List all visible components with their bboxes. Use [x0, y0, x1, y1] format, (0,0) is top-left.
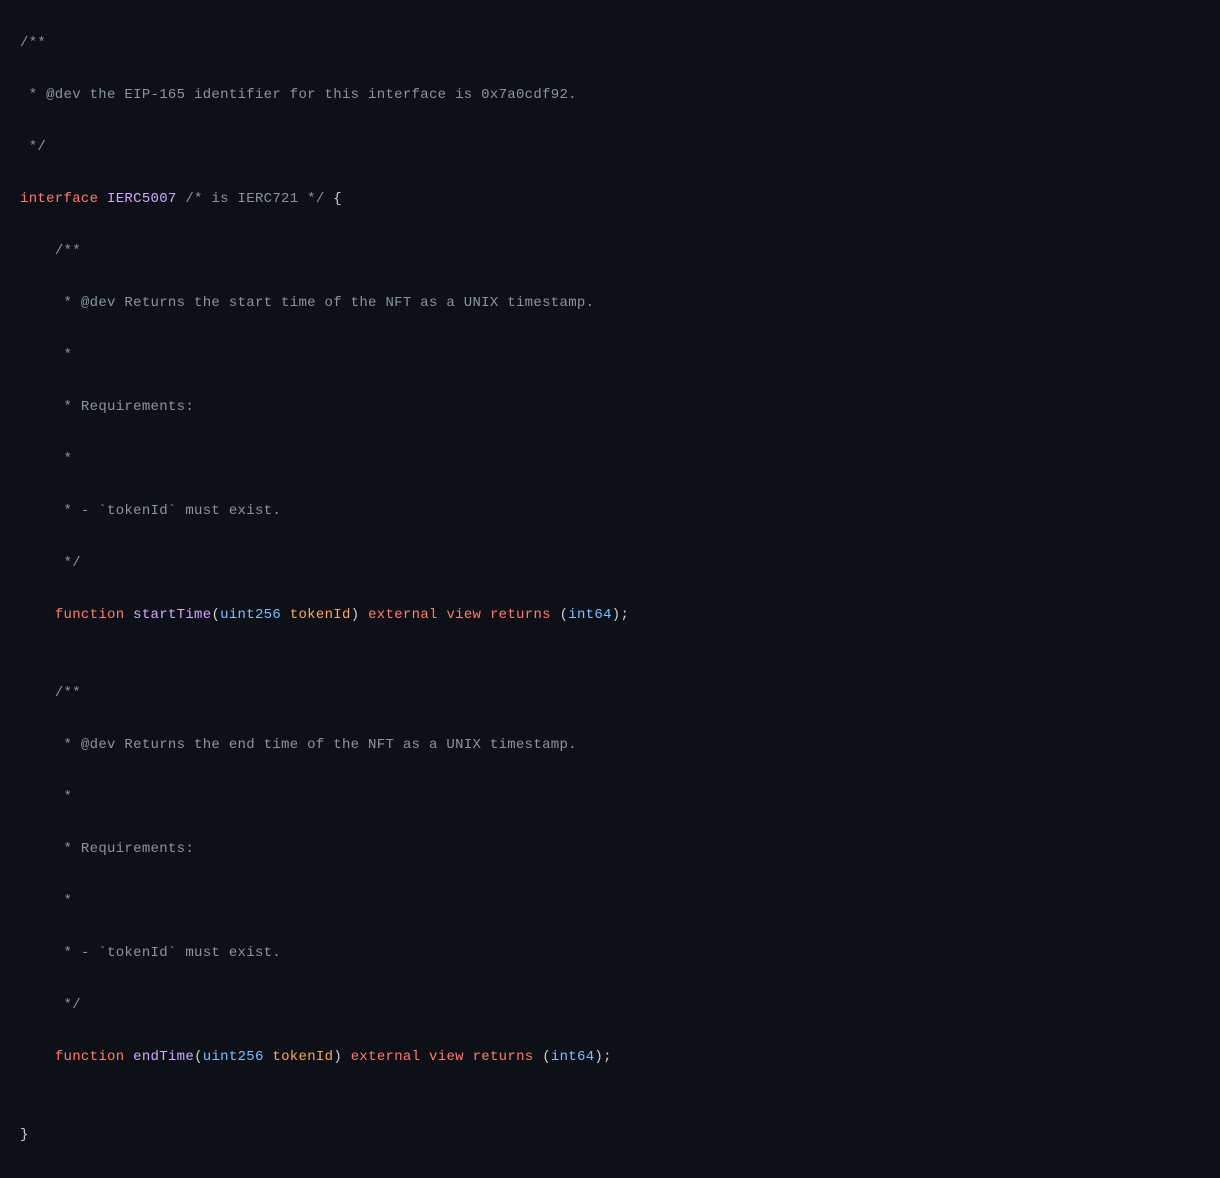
comment-text: * Requirements:: [55, 399, 194, 415]
code-line: /**: [0, 30, 1220, 56]
paren-close: ): [594, 1049, 603, 1065]
code-line: *: [0, 888, 1220, 914]
keyword-function: function: [55, 607, 125, 623]
comment-text: * @dev Returns the end time of the NFT a…: [55, 737, 577, 753]
code-line: * - `tokenId` must exist.: [0, 498, 1220, 524]
keyword-view: view: [446, 607, 481, 623]
type-int64: int64: [551, 1049, 595, 1065]
code-line: * @dev Returns the end time of the NFT a…: [0, 732, 1220, 758]
code-line: *: [0, 446, 1220, 472]
paren-open: (: [211, 607, 220, 623]
code-line: * Requirements:: [0, 394, 1220, 420]
code-line: * - `tokenId` must exist.: [0, 940, 1220, 966]
type-uint256: uint256: [203, 1049, 264, 1065]
brace-close: }: [20, 1127, 29, 1143]
code-line: interface IERC5007 /* is IERC721 */ {: [0, 186, 1220, 212]
code-line: *: [0, 342, 1220, 368]
code-line: */: [0, 992, 1220, 1018]
paren-open: (: [542, 1049, 551, 1065]
comment-text: * @dev Returns the start time of the NFT…: [55, 295, 594, 311]
type-int64: int64: [568, 607, 612, 623]
comment-text: /**: [55, 685, 81, 701]
code-line: function startTime(uint256 tokenId) exte…: [0, 602, 1220, 628]
keyword-returns: returns: [490, 607, 551, 623]
function-name: startTime: [133, 607, 211, 623]
code-line: *: [0, 784, 1220, 810]
paren-open: (: [560, 607, 569, 623]
brace-open: {: [333, 191, 342, 207]
comment-text: */: [20, 139, 46, 155]
param-tokenid: tokenId: [290, 607, 351, 623]
code-line: * @dev the EIP-165 identifier for this i…: [0, 82, 1220, 108]
comment-text: * @dev the EIP-165 identifier for this i…: [20, 87, 577, 103]
keyword-view: view: [429, 1049, 464, 1065]
code-line: * Requirements:: [0, 836, 1220, 862]
paren-close: ): [612, 607, 621, 623]
code-line: */: [0, 550, 1220, 576]
comment-text: /* is IERC721 */: [185, 191, 324, 207]
type-uint256: uint256: [220, 607, 281, 623]
semicolon: ;: [621, 607, 630, 623]
code-line: /**: [0, 680, 1220, 706]
semicolon: ;: [603, 1049, 612, 1065]
param-tokenid: tokenId: [272, 1049, 333, 1065]
comment-text: */: [55, 997, 81, 1013]
code-block: /** * @dev the EIP-165 identifier for th…: [0, 0, 1220, 1178]
keyword-external: external: [368, 607, 438, 623]
interface-name: IERC5007: [107, 191, 177, 207]
keyword-returns: returns: [473, 1049, 534, 1065]
code-line: * @dev Returns the start time of the NFT…: [0, 290, 1220, 316]
comment-text: * - `tokenId` must exist.: [55, 503, 281, 519]
keyword-function: function: [55, 1049, 125, 1065]
comment-text: * Requirements:: [55, 841, 194, 857]
comment-text: * - `tokenId` must exist.: [55, 945, 281, 961]
code-line: /**: [0, 238, 1220, 264]
comment-text: */: [55, 555, 81, 571]
code-line: */: [0, 134, 1220, 160]
paren-open: (: [194, 1049, 203, 1065]
code-line: function endTime(uint256 tokenId) extern…: [0, 1044, 1220, 1070]
paren-close: ): [333, 1049, 342, 1065]
keyword-external: external: [351, 1049, 421, 1065]
comment-text: *: [55, 893, 72, 909]
comment-text: *: [55, 451, 72, 467]
function-name: endTime: [133, 1049, 194, 1065]
comment-text: *: [55, 347, 72, 363]
comment-text: /**: [20, 35, 46, 51]
code-line: }: [0, 1122, 1220, 1148]
comment-text: *: [55, 789, 72, 805]
comment-text: /**: [55, 243, 81, 259]
keyword-interface: interface: [20, 191, 98, 207]
